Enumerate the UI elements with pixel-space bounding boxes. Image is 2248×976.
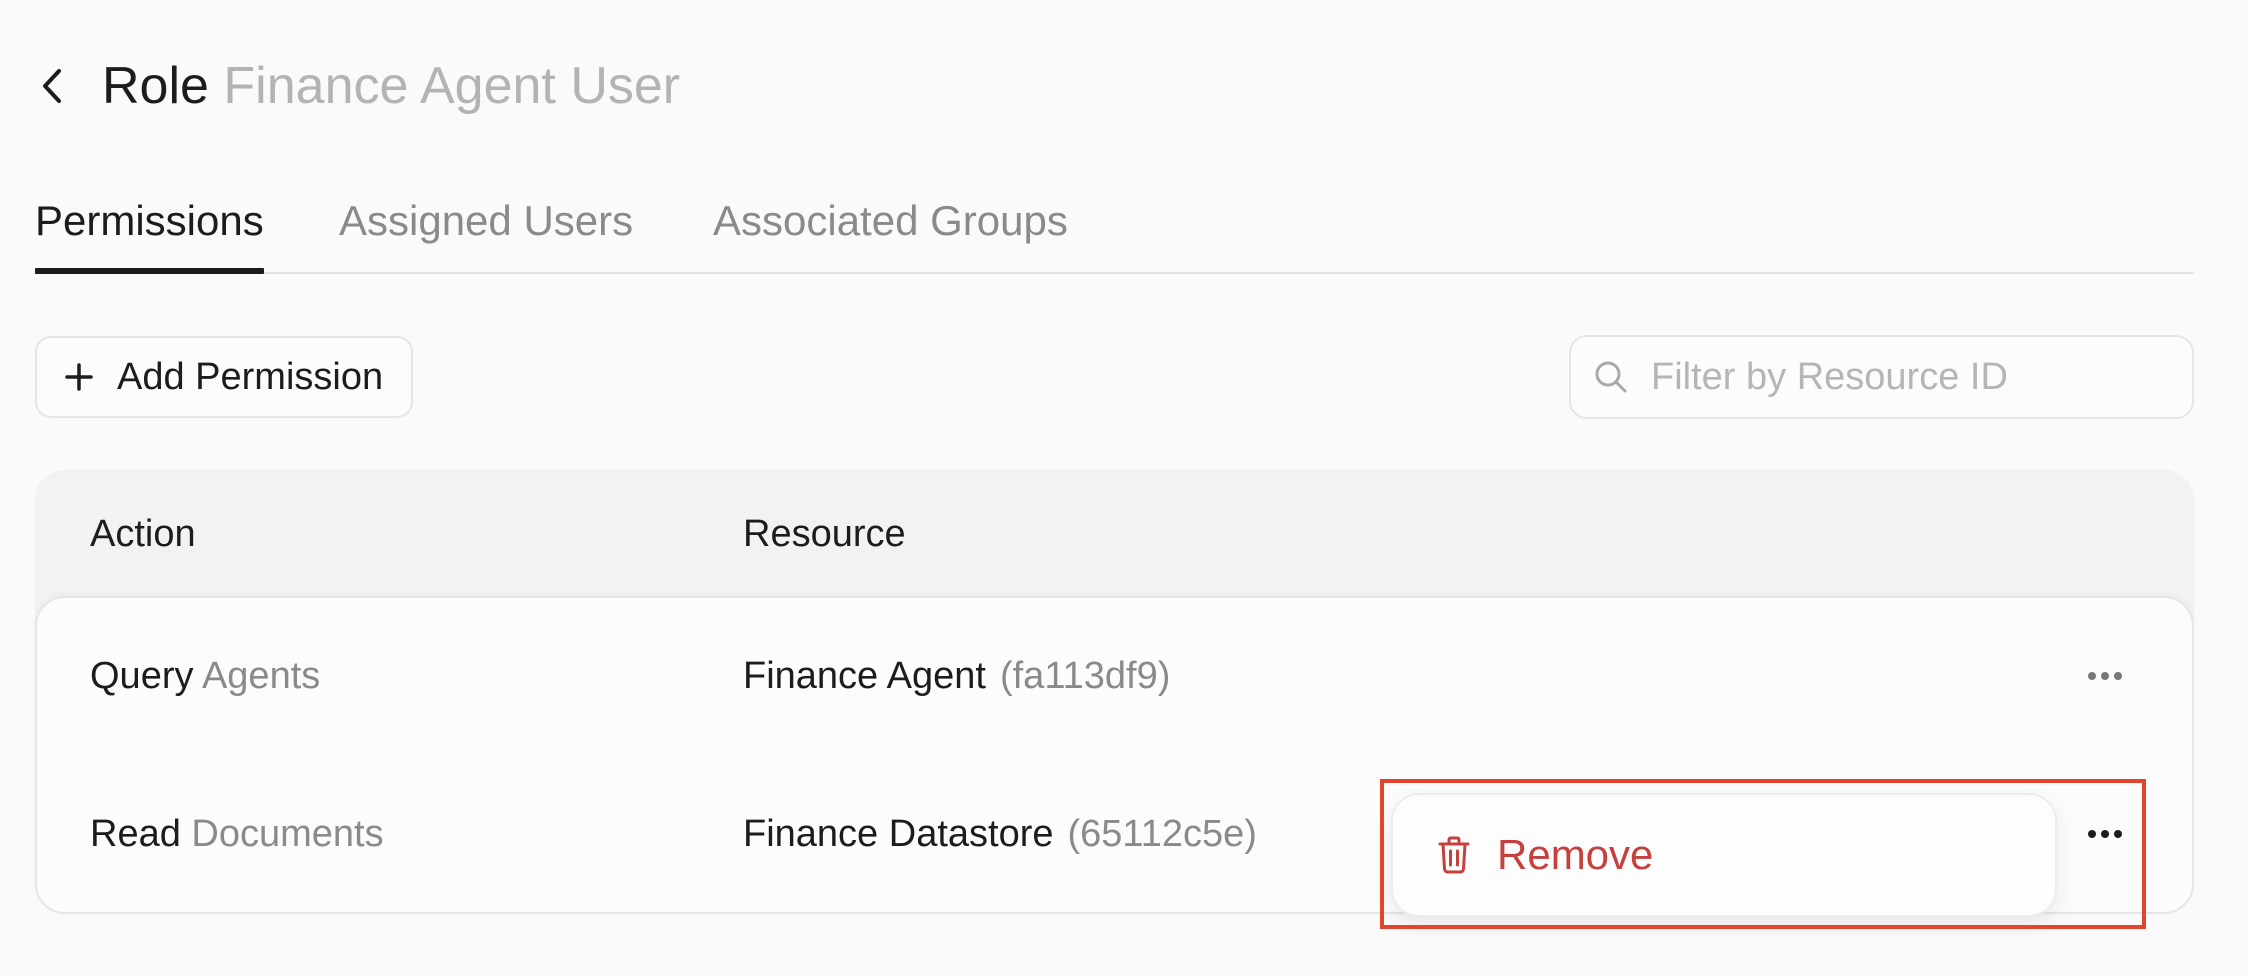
column-header-action: Action bbox=[90, 513, 196, 555]
table-header: Action Resource bbox=[35, 470, 2194, 596]
plus-icon bbox=[63, 361, 95, 393]
more-horizontal-icon bbox=[2088, 830, 2122, 838]
row-actions-button[interactable] bbox=[2077, 806, 2133, 862]
table-row: Query Agents Finance Agent (fa113df9) bbox=[37, 598, 2192, 738]
resource-cell: Finance Agent (fa113df9) bbox=[743, 648, 1170, 704]
tab-bar: Permissions Assigned Users Associated Gr… bbox=[35, 188, 2194, 274]
tab-assigned-users[interactable]: Assigned Users bbox=[339, 188, 633, 272]
resource-name: Finance Agent bbox=[743, 655, 986, 697]
action-cell: Read Documents bbox=[90, 806, 384, 862]
action-object: Agents bbox=[201, 655, 321, 697]
back-button[interactable] bbox=[36, 66, 68, 106]
role-permissions-page: Role Finance Agent User Permissions Assi… bbox=[0, 0, 2248, 976]
chevron-left-icon bbox=[43, 69, 61, 103]
add-permission-label: Add Permission bbox=[117, 355, 384, 398]
remove-label: Remove bbox=[1497, 831, 1654, 878]
tab-associated-groups[interactable]: Associated Groups bbox=[713, 188, 1068, 272]
page-title-role-name: Finance Agent User bbox=[223, 57, 681, 115]
search-input[interactable] bbox=[1649, 354, 2173, 400]
action-object: Documents bbox=[191, 813, 384, 855]
search-icon bbox=[1593, 359, 1629, 395]
action-verb: Query bbox=[90, 655, 194, 697]
page-title: Role Finance Agent User bbox=[102, 50, 680, 122]
resource-id: (65112c5e) bbox=[1067, 813, 1257, 855]
resource-id: (fa113df9) bbox=[999, 655, 1171, 697]
page-title-prefix: Role bbox=[102, 57, 209, 115]
row-actions-menu: Remove bbox=[1391, 793, 2057, 917]
resource-cell: Finance Datastore (65112c5e) bbox=[743, 806, 1257, 862]
resource-filter bbox=[1569, 335, 2194, 419]
remove-menu-item[interactable]: Remove bbox=[1393, 795, 2055, 915]
tab-permissions[interactable]: Permissions bbox=[35, 188, 264, 274]
action-cell: Query Agents bbox=[90, 648, 320, 704]
row-actions-button[interactable] bbox=[2077, 648, 2133, 704]
add-permission-button[interactable]: Add Permission bbox=[35, 336, 413, 418]
action-verb: Read bbox=[90, 813, 181, 855]
column-header-resource: Resource bbox=[743, 513, 906, 555]
more-horizontal-icon bbox=[2088, 672, 2122, 680]
resource-name: Finance Datastore bbox=[743, 813, 1054, 855]
trash-icon bbox=[1435, 835, 1473, 875]
page-header: Role Finance Agent User bbox=[36, 50, 680, 122]
